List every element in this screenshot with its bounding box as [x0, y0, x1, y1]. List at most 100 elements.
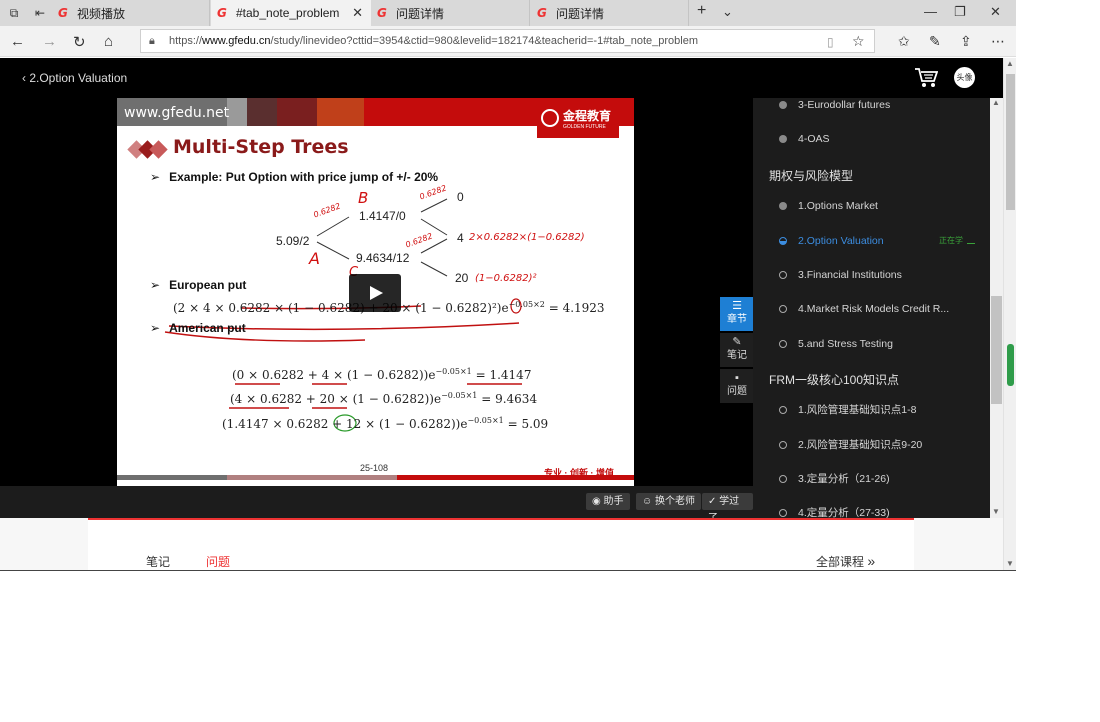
favorites-list-icon[interactable]: ✩ — [898, 33, 910, 50]
european-put-bullet: European put — [150, 278, 246, 292]
more-menu-icon[interactable]: ⋯ — [991, 33, 1005, 50]
share-icon[interactable]: ⇪ — [960, 33, 972, 50]
scroll-down-icon[interactable]: ▼ — [1006, 559, 1014, 568]
page-scrollbar[interactable]: ▲ ▼ — [1003, 58, 1016, 571]
chapter-item[interactable]: 1.风险管理基础知识点1-8 — [779, 400, 984, 420]
tab-label: 问题详情 — [556, 6, 605, 21]
page-scroll-thumb[interactable] — [1006, 74, 1015, 210]
chapter-status-icon — [779, 441, 787, 449]
chapter-item[interactable]: 1.Options Market — [779, 196, 984, 216]
minimize-icon[interactable]: — — [924, 4, 937, 19]
chapter-status-icon — [779, 101, 787, 109]
chapter-item[interactable]: 3-Eurodollar futures — [779, 98, 984, 115]
chapter-status-icon — [779, 135, 787, 143]
tab-actions-icon[interactable]: ⧉ — [6, 5, 22, 21]
chapter-item[interactable]: 5.and Stress Testing — [779, 334, 984, 354]
chapter-group-title[interactable]: 期权与风险模型 — [769, 167, 853, 184]
video-player[interactable]: www.gfedu.net 金程教育 GOLDEN FUTURE Multi-S… — [0, 98, 754, 524]
scroll-up-icon[interactable]: ▲ — [1006, 59, 1014, 68]
favorite-star-icon[interactable]: ☆ — [852, 33, 865, 50]
now-learning-label: 正在学 — [939, 236, 963, 245]
forward-icon[interactable]: → — [42, 33, 57, 50]
user-icon: ☺ — [642, 496, 653, 507]
double-chevron-right-icon: » — [867, 553, 876, 569]
playing-bars-icon — [967, 237, 975, 244]
chapter-status-icon — [779, 237, 787, 245]
gfedu-favicon-icon: G — [217, 5, 227, 20]
tab-question-detail-2[interactable]: G 问题详情 — [531, 0, 689, 26]
chapter-scroll-thumb[interactable] — [991, 296, 1002, 404]
all-courses-link[interactable]: 全部课程 » — [816, 553, 875, 570]
chapter-status-icon — [779, 202, 787, 210]
slide-motto: 专业 · 创新 · 增值 — [544, 468, 614, 478]
url-path: /study/linevideo?cttid=3954&ctid=980&lev… — [270, 35, 698, 47]
restore-icon[interactable]: ❐ — [954, 4, 966, 20]
browser-window: ⧉ ⇤ G 视频播放 G #tab_note_problem ✕ G 问题详情 … — [0, 0, 1016, 571]
reading-view-icon[interactable]: ▯ — [827, 35, 834, 49]
chapter-item-current[interactable]: 2.Option Valuation 正在学 — [779, 231, 984, 251]
comment-icon: ▪ — [735, 372, 739, 384]
scroll-down-icon[interactable]: ▼ — [992, 507, 1000, 516]
chapter-item[interactable]: 3.Financial Institutions — [779, 265, 984, 285]
chapter-item[interactable]: 2.风险管理基础知识点9-20 — [779, 435, 984, 455]
player-control-bar: ◉ 助手 ☺ 换个老师 ✓ 学过了 — [0, 486, 753, 524]
notes-questions-tabs: 笔记 问题 全部课程 » — [88, 518, 914, 571]
american-put-equation-2: (4 × 0.6282 + 20 × (1 − 0.6282))e−0.05×1… — [230, 391, 538, 406]
american-put-equation-1: (0 × 0.6282 + 4 × (1 − 0.6282))e−0.05×1 … — [232, 367, 532, 382]
new-tab-icon[interactable]: + — [697, 2, 706, 20]
lecture-slide: www.gfedu.net 金程教育 GOLDEN FUTURE Multi-S… — [117, 98, 634, 486]
tree-node-uu: 0 — [457, 190, 464, 204]
play-button[interactable] — [349, 274, 401, 312]
close-window-icon[interactable]: ✕ — [990, 4, 1001, 20]
american-put-equation-3: (1.4147 × 0.6282 + 12 × (1 − 0.6282))e−0… — [222, 416, 549, 431]
close-tab-icon[interactable]: ✕ — [352, 5, 363, 21]
chapter-status-icon — [779, 271, 787, 279]
tab-questions[interactable]: 问题 — [206, 553, 230, 570]
chapter-group-title[interactable]: FRM一级核心100知识点 — [769, 371, 899, 388]
tab-question-detail-1[interactable]: G 问题详情 — [371, 0, 530, 26]
navigation-bar: ← → ↻ ⌂ 🔒︎ https://www.gfedu.cn/study/li… — [0, 26, 1016, 57]
tab-list-chevron-icon[interactable]: ⌄ — [722, 4, 733, 20]
questions-toggle-button[interactable]: ▪ 问题 — [720, 369, 754, 403]
chapter-toggle-button[interactable]: ☰ 章节 — [720, 297, 754, 331]
mark-learned-button[interactable]: ✓ 学过了 — [702, 493, 753, 524]
home-icon[interactable]: ⌂ — [104, 33, 113, 50]
back-to-course-link[interactable]: ‹ 2.Option Valuation — [22, 71, 127, 85]
chapter-list: 3-Eurodollar futures 4-OAS 期权与风险模型 1.Opt… — [753, 98, 990, 518]
course-header: ‹ 2.Option Valuation 头像 — [0, 58, 1003, 98]
scroll-up-icon[interactable]: ▲ — [992, 98, 1000, 107]
refresh-icon[interactable]: ↻ — [73, 33, 86, 51]
tab-note-problem[interactable]: G #tab_note_problem ✕ — [211, 0, 371, 26]
check-icon: ✓ — [708, 496, 717, 507]
shopping-cart-icon[interactable] — [914, 67, 938, 89]
chapter-item[interactable]: 3.定量分析（21-26) — [779, 469, 984, 489]
tab-bar: ⧉ ⇤ G 视频播放 G #tab_note_problem ✕ G 问题详情 … — [0, 0, 1016, 26]
chevron-left-icon: ‹ — [22, 71, 26, 85]
chapter-status-icon — [779, 475, 787, 483]
chat-icon: ◉ — [592, 496, 601, 507]
chapter-status-icon — [779, 509, 787, 517]
slide-page-number: 25-108 — [360, 463, 389, 473]
address-field[interactable]: 🔒︎ https://www.gfedu.cn/study/linevideo?… — [140, 29, 875, 53]
lock-icon: 🔒︎ — [149, 35, 155, 47]
slide-footer: 专业 · 创新 · 增值 — [117, 468, 634, 486]
gfedu-favicon-icon: G — [537, 5, 547, 20]
pencil-icon: ✎ — [732, 336, 742, 348]
chapter-item[interactable]: 4-OAS — [779, 129, 984, 149]
tree-node-up: 1.4147/0 — [359, 209, 406, 223]
switch-teacher-button[interactable]: ☺ 换个老师 — [636, 493, 701, 510]
chapter-item[interactable]: 4.Market Risk Models Credit R... — [779, 299, 984, 319]
window-bottom-edge — [0, 570, 1016, 571]
tab-video-playback[interactable]: G 视频播放 — [52, 0, 210, 26]
url-domain: www.gfedu.cn — [202, 35, 271, 47]
assistant-button[interactable]: ◉ 助手 — [586, 493, 630, 510]
chapter-item[interactable]: 4.定量分析（27-33) — [779, 503, 984, 518]
course-title: 2.Option Valuation — [29, 71, 128, 85]
pen-notes-icon[interactable]: ✎ — [929, 33, 941, 50]
notes-toggle-button[interactable]: ✎ 笔记 — [720, 333, 754, 367]
tab-notes[interactable]: 笔记 — [146, 553, 170, 570]
user-avatar[interactable]: 头像 — [954, 67, 975, 88]
back-icon[interactable]: ← — [10, 33, 25, 50]
back-tabs-icon[interactable]: ⇤ — [32, 5, 48, 21]
chapter-scrollbar[interactable]: ▲ ▼ — [990, 98, 1003, 518]
